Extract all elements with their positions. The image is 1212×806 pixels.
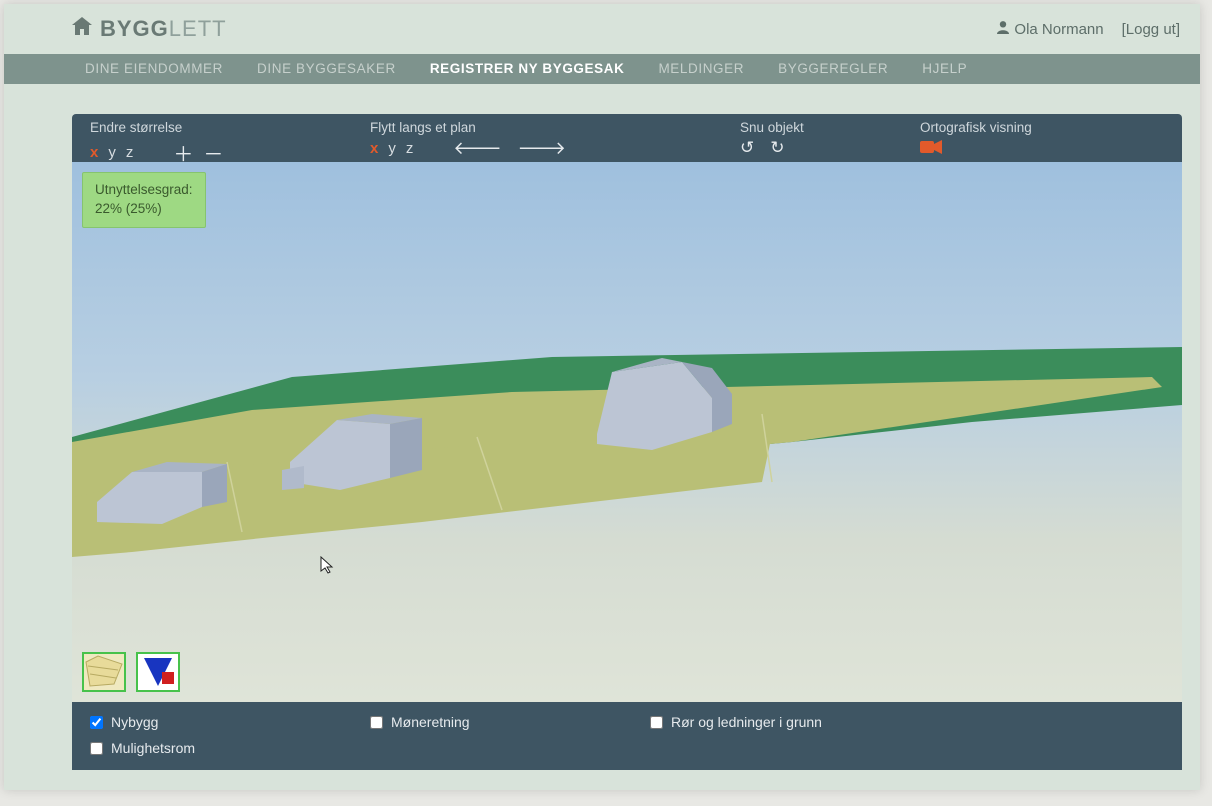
nav-item-byggesaker[interactable]: DINE BYGGESAKER — [240, 54, 413, 84]
option-nybygg[interactable]: Nybygg — [90, 714, 370, 730]
brand-part1: BYGG — [100, 16, 169, 41]
move-right-icon[interactable]: 🡒 — [518, 138, 566, 159]
option-ror[interactable]: Rør og ledninger i grunn — [650, 714, 950, 730]
nav-item-hjelp[interactable]: HJELP — [905, 54, 984, 84]
option-mulighetsrom[interactable]: Mulighetsrom — [90, 740, 1164, 756]
home-icon — [72, 17, 92, 41]
move-axis-x[interactable]: x — [370, 140, 378, 157]
ror-checkbox[interactable] — [650, 716, 663, 729]
logout-link[interactable]: [Logg ut] — [1122, 21, 1180, 38]
nav-item-registrer[interactable]: REGISTRER NY BYGGESAK — [413, 54, 642, 84]
view-label: Ortografisk visning — [920, 120, 1032, 135]
utilization-value: 22% (25%) — [95, 200, 193, 219]
user-name: Ola Normann — [1014, 21, 1103, 38]
utilization-badge: Utnyttelsesgrad: 22% (25%) — [82, 172, 206, 228]
viewport-toolbar: Endre størrelse x y z ＋ － Flytt langs et… — [72, 114, 1182, 162]
nybygg-checkbox[interactable] — [90, 716, 103, 729]
mouse-cursor-icon — [320, 556, 334, 579]
map-view-thumbnail[interactable] — [82, 652, 126, 692]
nav-item-byggeregler[interactable]: BYGGEREGLER — [761, 54, 905, 84]
utilization-label: Utnyttelsesgrad: — [95, 181, 193, 200]
user-icon — [996, 21, 1014, 38]
mulighetsrom-label: Mulighetsrom — [111, 740, 195, 756]
rotate-label: Snu objekt — [740, 120, 920, 135]
resize-axis-y[interactable]: y — [108, 144, 116, 161]
moneretning-checkbox[interactable] — [370, 716, 383, 729]
move-axis-z[interactable]: z — [406, 140, 414, 157]
moneretning-label: Møneretning — [391, 714, 470, 730]
nav-item-eiendommer[interactable]: DINE EIENDOMMER — [68, 54, 240, 84]
resize-axis-z[interactable]: z — [126, 144, 134, 161]
mulighetsrom-checkbox[interactable] — [90, 742, 103, 755]
nav-item-meldinger[interactable]: MELDINGER — [641, 54, 761, 84]
user-chip[interactable]: Ola Normann — [996, 20, 1104, 39]
app-brand: BYGGLETT — [72, 16, 227, 42]
option-moneretning[interactable]: Møneretning — [370, 714, 650, 730]
3d-viewport[interactable]: Utnyttelsesgrad: 22% (25%) — [72, 162, 1182, 702]
resize-label: Endre størrelse — [90, 120, 370, 135]
camera-icon[interactable] — [920, 138, 942, 159]
rotate-ccw-icon[interactable]: ↺ — [740, 138, 754, 158]
resize-axis-x[interactable]: x — [90, 144, 98, 161]
workspace: Endre størrelse x y z ＋ － Flytt langs et… — [72, 114, 1182, 789]
nybygg-label: Nybygg — [111, 714, 158, 730]
main-nav: DINE EIENDOMMER DINE BYGGESAKER REGISTRE… — [4, 54, 1200, 84]
brand-part2: LETT — [169, 16, 227, 41]
object-view-thumbnail[interactable] — [136, 652, 180, 692]
move-left-icon[interactable]: 🡐 — [453, 138, 501, 159]
move-label: Flytt langs et plan — [370, 120, 740, 135]
move-axis-y[interactable]: y — [388, 140, 396, 157]
ror-label: Rør og ledninger i grunn — [671, 714, 822, 730]
rotate-cw-icon[interactable]: ↻ — [770, 138, 784, 158]
scene — [72, 162, 1182, 702]
layer-options: Nybygg Møneretning Rør og ledninger i gr… — [72, 702, 1182, 770]
